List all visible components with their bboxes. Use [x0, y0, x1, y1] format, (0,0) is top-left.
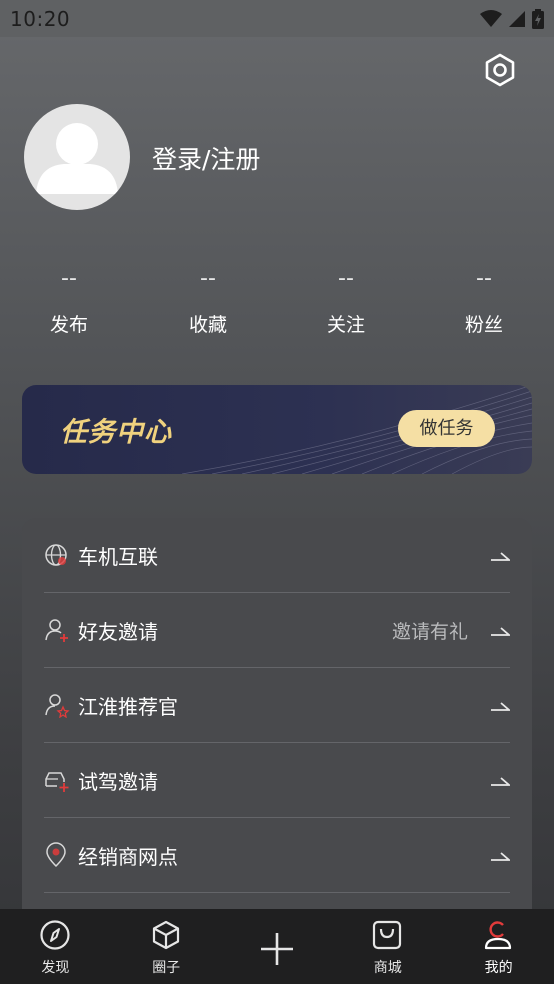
arrow-right-icon — [491, 552, 510, 561]
bottom-tab-bar: 发现 圈子 商城 我的 — [0, 909, 554, 984]
stat-posts[interactable]: -- 发布 — [19, 262, 119, 337]
location-pin-icon — [46, 842, 66, 868]
menu-item-recommender[interactable]: 江淮推荐官 — [44, 668, 510, 743]
stat-value: -- — [61, 266, 77, 291]
status-bar: 10:20 — [0, 0, 554, 37]
do-task-button[interactable]: 做任务 — [398, 410, 495, 447]
menu-label: 试驾邀请 — [78, 769, 158, 794]
tab-label: 商城 — [373, 960, 402, 976]
wifi-icon — [480, 9, 502, 27]
tab-label: 发现 — [41, 960, 70, 976]
arrow-right-icon — [491, 627, 510, 636]
arrow-right-icon — [491, 702, 510, 711]
menu-label: 江淮推荐官 — [78, 694, 178, 719]
user-star-icon — [45, 694, 70, 718]
user-plus-icon — [45, 619, 68, 642]
globe-icon — [45, 544, 67, 566]
tab-mall[interactable]: 商城 — [332, 909, 443, 984]
stat-value: -- — [338, 266, 354, 291]
menu-label: 好友邀请 — [78, 619, 158, 644]
tab-discover[interactable]: 发现 — [0, 909, 111, 984]
stat-following[interactable]: -- 关注 — [296, 262, 396, 337]
compass-icon — [40, 920, 70, 950]
stat-label: 收藏 — [188, 314, 227, 336]
arrow-right-icon — [491, 852, 510, 861]
tab-circle[interactable]: 圈子 — [111, 909, 222, 984]
login-register-link[interactable]: 登录/注册 — [152, 140, 260, 176]
menu-item-dealer-network[interactable]: 经销商网点 — [44, 818, 510, 893]
task-center-banner[interactable]: 任务中心 做任务 — [22, 385, 532, 474]
default-avatar-icon — [36, 123, 118, 194]
stat-label: 发布 — [49, 314, 88, 336]
menu-item-test-drive[interactable]: 试驾邀请 — [44, 743, 510, 818]
stats-row: -- 发布 -- 收藏 -- 关注 -- 粉丝 — [0, 262, 554, 352]
menu-label: 车机互联 — [78, 544, 158, 569]
menu-item-invite-friends[interactable]: 好友邀请 邀请有礼 — [44, 593, 510, 668]
task-center-title: 任务中心 — [60, 417, 172, 448]
stat-favorites[interactable]: -- 收藏 — [158, 262, 258, 337]
menu-label: 经销商网点 — [78, 844, 178, 869]
car-plus-icon — [45, 772, 69, 792]
menu-card: 车机互联 好友邀请 邀请有礼 江淮推荐官 试驾邀请 经销商网点 — [22, 518, 532, 938]
arrow-right-icon — [491, 777, 510, 786]
menu-extra-text: 邀请有礼 — [391, 620, 468, 643]
status-time: 10:20 — [10, 6, 71, 31]
stat-followers[interactable]: -- 粉丝 — [434, 262, 534, 337]
shopping-bag-icon — [373, 920, 402, 950]
tab-publish[interactable] — [222, 909, 333, 984]
stat-label: 关注 — [326, 314, 365, 336]
avatar[interactable] — [24, 104, 130, 210]
settings-icon[interactable] — [483, 53, 517, 87]
person-icon — [485, 921, 512, 950]
tab-mine[interactable]: 我的 — [443, 909, 554, 984]
menu-item-car-connect[interactable]: 车机互联 — [44, 518, 510, 593]
stat-value: -- — [476, 266, 492, 291]
status-icons — [480, 8, 544, 29]
signal-icon — [509, 10, 525, 27]
stat-value: -- — [200, 266, 216, 291]
tab-label: 圈子 — [152, 960, 181, 976]
tab-label: 我的 — [484, 960, 513, 976]
cube-icon — [152, 920, 179, 950]
battery-icon — [532, 8, 544, 29]
stat-label: 粉丝 — [464, 314, 503, 336]
plus-icon — [260, 933, 293, 965]
